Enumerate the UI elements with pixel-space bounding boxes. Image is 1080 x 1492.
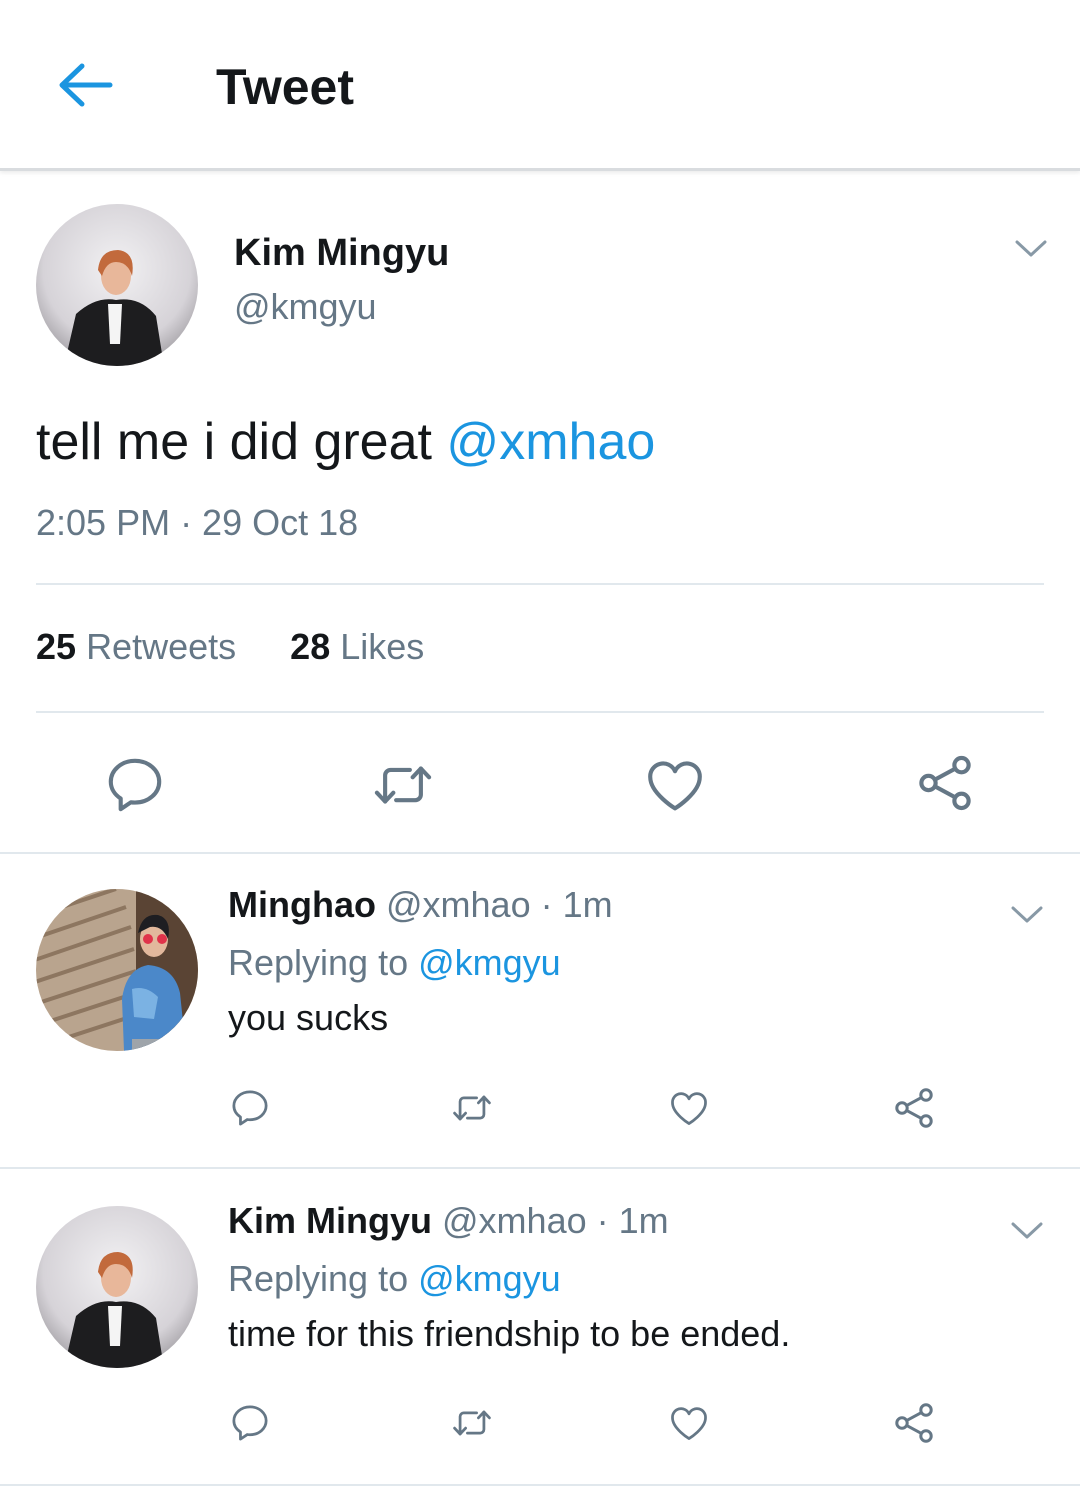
divider	[36, 711, 1044, 713]
tweet-timestamp[interactable]: 2:05 PM · 29 Oct 18	[36, 502, 358, 544]
replying-to: Replying to @kmgyu	[228, 942, 561, 984]
replying-to: Replying to @kmgyu	[228, 1258, 561, 1300]
chevron-down-icon[interactable]	[1010, 1220, 1044, 1242]
author-name[interactable]: Kim Mingyu	[234, 232, 449, 275]
retweet-icon[interactable]	[450, 1086, 494, 1130]
reply-text: you sucks	[228, 997, 389, 1038]
author-handle[interactable]: @kmgyu	[234, 286, 377, 328]
reply-text: time for this friendship to be ended.	[228, 1313, 791, 1354]
chevron-down-icon[interactable]	[1010, 904, 1044, 926]
likes-label: Likes	[340, 626, 425, 667]
likes-count: 28	[290, 626, 331, 667]
replying-to-handle[interactable]: @kmgyu	[418, 1258, 561, 1299]
reply-header: Minghao @xmhao · 1m	[228, 884, 613, 926]
divider	[0, 852, 1080, 854]
reply-author-name[interactable]: Minghao	[228, 884, 376, 925]
back-arrow-icon[interactable]	[56, 58, 114, 112]
divider	[0, 1484, 1080, 1486]
share-icon[interactable]	[890, 1399, 938, 1447]
retweet-icon[interactable]	[370, 752, 436, 818]
reply-author-name[interactable]: Kim Mingyu	[228, 1200, 432, 1241]
reply-author-meta[interactable]: @xmhao · 1m	[386, 884, 613, 925]
tweet-body: tell me i did great	[36, 413, 447, 471]
retweets-label: Retweets	[86, 626, 237, 667]
divider	[0, 1167, 1080, 1169]
share-icon[interactable]	[890, 1084, 938, 1132]
chevron-down-icon[interactable]	[1014, 238, 1048, 260]
like-icon[interactable]	[667, 1401, 711, 1445]
reply-icon[interactable]	[228, 1086, 272, 1130]
mention-link[interactable]: @xmhao	[446, 413, 655, 471]
tweet-text: tell me i did great @xmhao	[36, 412, 655, 472]
like-icon[interactable]	[667, 1086, 711, 1130]
retweets-count: 25	[36, 626, 77, 667]
likes-stat[interactable]: 28 Likes	[290, 626, 424, 667]
tweet-stats: 25 Retweets 28 Likes	[36, 626, 424, 668]
reply-header: Kim Mingyu @xmhao · 1m	[228, 1200, 669, 1242]
page-title: Tweet	[216, 59, 354, 115]
retweet-icon[interactable]	[450, 1401, 494, 1445]
reply-author-meta[interactable]: @xmhao · 1m	[442, 1200, 669, 1241]
avatar[interactable]	[36, 204, 198, 366]
replying-to-handle[interactable]: @kmgyu	[418, 942, 561, 983]
like-icon[interactable]	[642, 752, 708, 818]
divider	[36, 583, 1044, 585]
avatar[interactable]	[36, 889, 198, 1051]
top-bar: Tweet	[0, 0, 1080, 171]
share-icon[interactable]	[912, 750, 978, 816]
retweets-stat[interactable]: 25 Retweets	[36, 626, 236, 667]
replying-to-label: Replying to	[228, 1258, 419, 1299]
reply-icon[interactable]	[228, 1401, 272, 1445]
replying-to-label: Replying to	[228, 942, 419, 983]
avatar[interactable]	[36, 1206, 198, 1368]
reply-icon[interactable]	[102, 752, 168, 818]
